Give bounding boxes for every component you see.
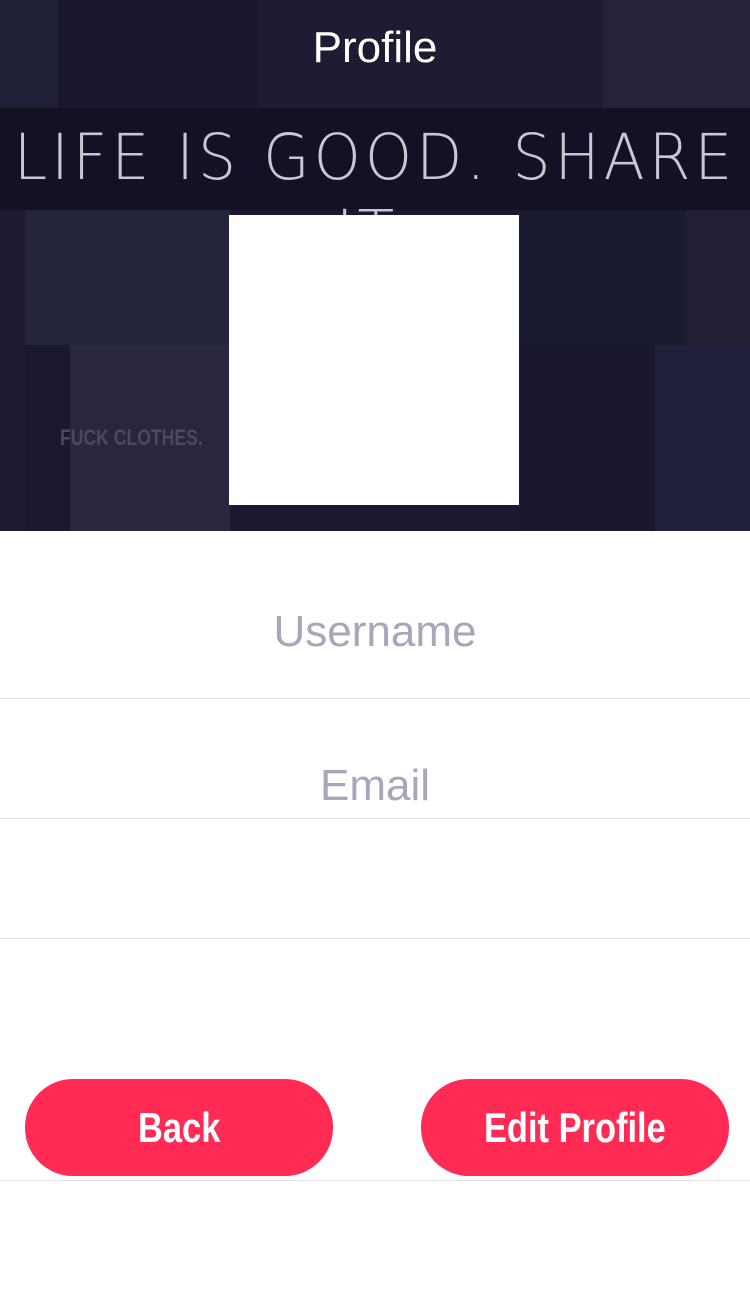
profile-screen: LIFE IS GOOD. SHARE IT. FUCK CLOTHES. Pr… bbox=[0, 0, 750, 1302]
divider bbox=[0, 938, 750, 939]
username-field[interactable] bbox=[0, 600, 750, 664]
profile-avatar[interactable] bbox=[229, 215, 519, 505]
divider bbox=[0, 1180, 750, 1181]
page-title: Profile bbox=[312, 23, 438, 72]
divider bbox=[0, 818, 750, 819]
email-field[interactable] bbox=[0, 756, 750, 816]
cover-graffiti-text: FUCK CLOTHES. bbox=[60, 425, 203, 450]
divider bbox=[0, 698, 750, 699]
cover-image: LIFE IS GOOD. SHARE IT. FUCK CLOTHES. Pr… bbox=[0, 0, 750, 531]
edit-profile-button[interactable]: Edit Profile bbox=[421, 1079, 729, 1176]
extra-field[interactable] bbox=[0, 846, 750, 910]
back-button-label: Back bbox=[137, 1104, 221, 1151]
edit-profile-button-label: Edit Profile bbox=[484, 1104, 666, 1151]
back-button[interactable]: Back bbox=[25, 1079, 333, 1176]
